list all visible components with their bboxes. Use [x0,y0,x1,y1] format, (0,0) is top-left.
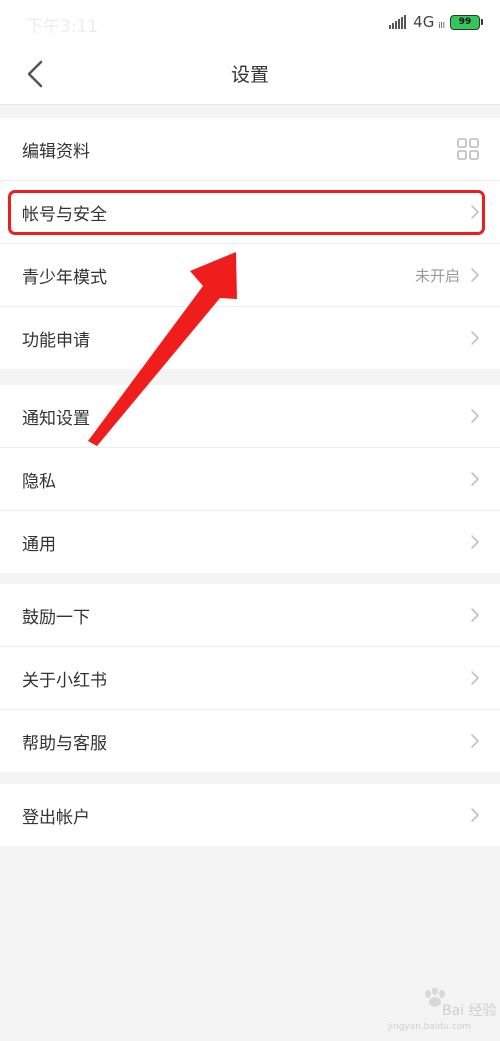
watermark-text: Bai 经验 [442,1003,497,1019]
watermark-subtext: jingyan.baidu.com [388,1022,472,1032]
pointer-arrow-icon [88,252,237,446]
